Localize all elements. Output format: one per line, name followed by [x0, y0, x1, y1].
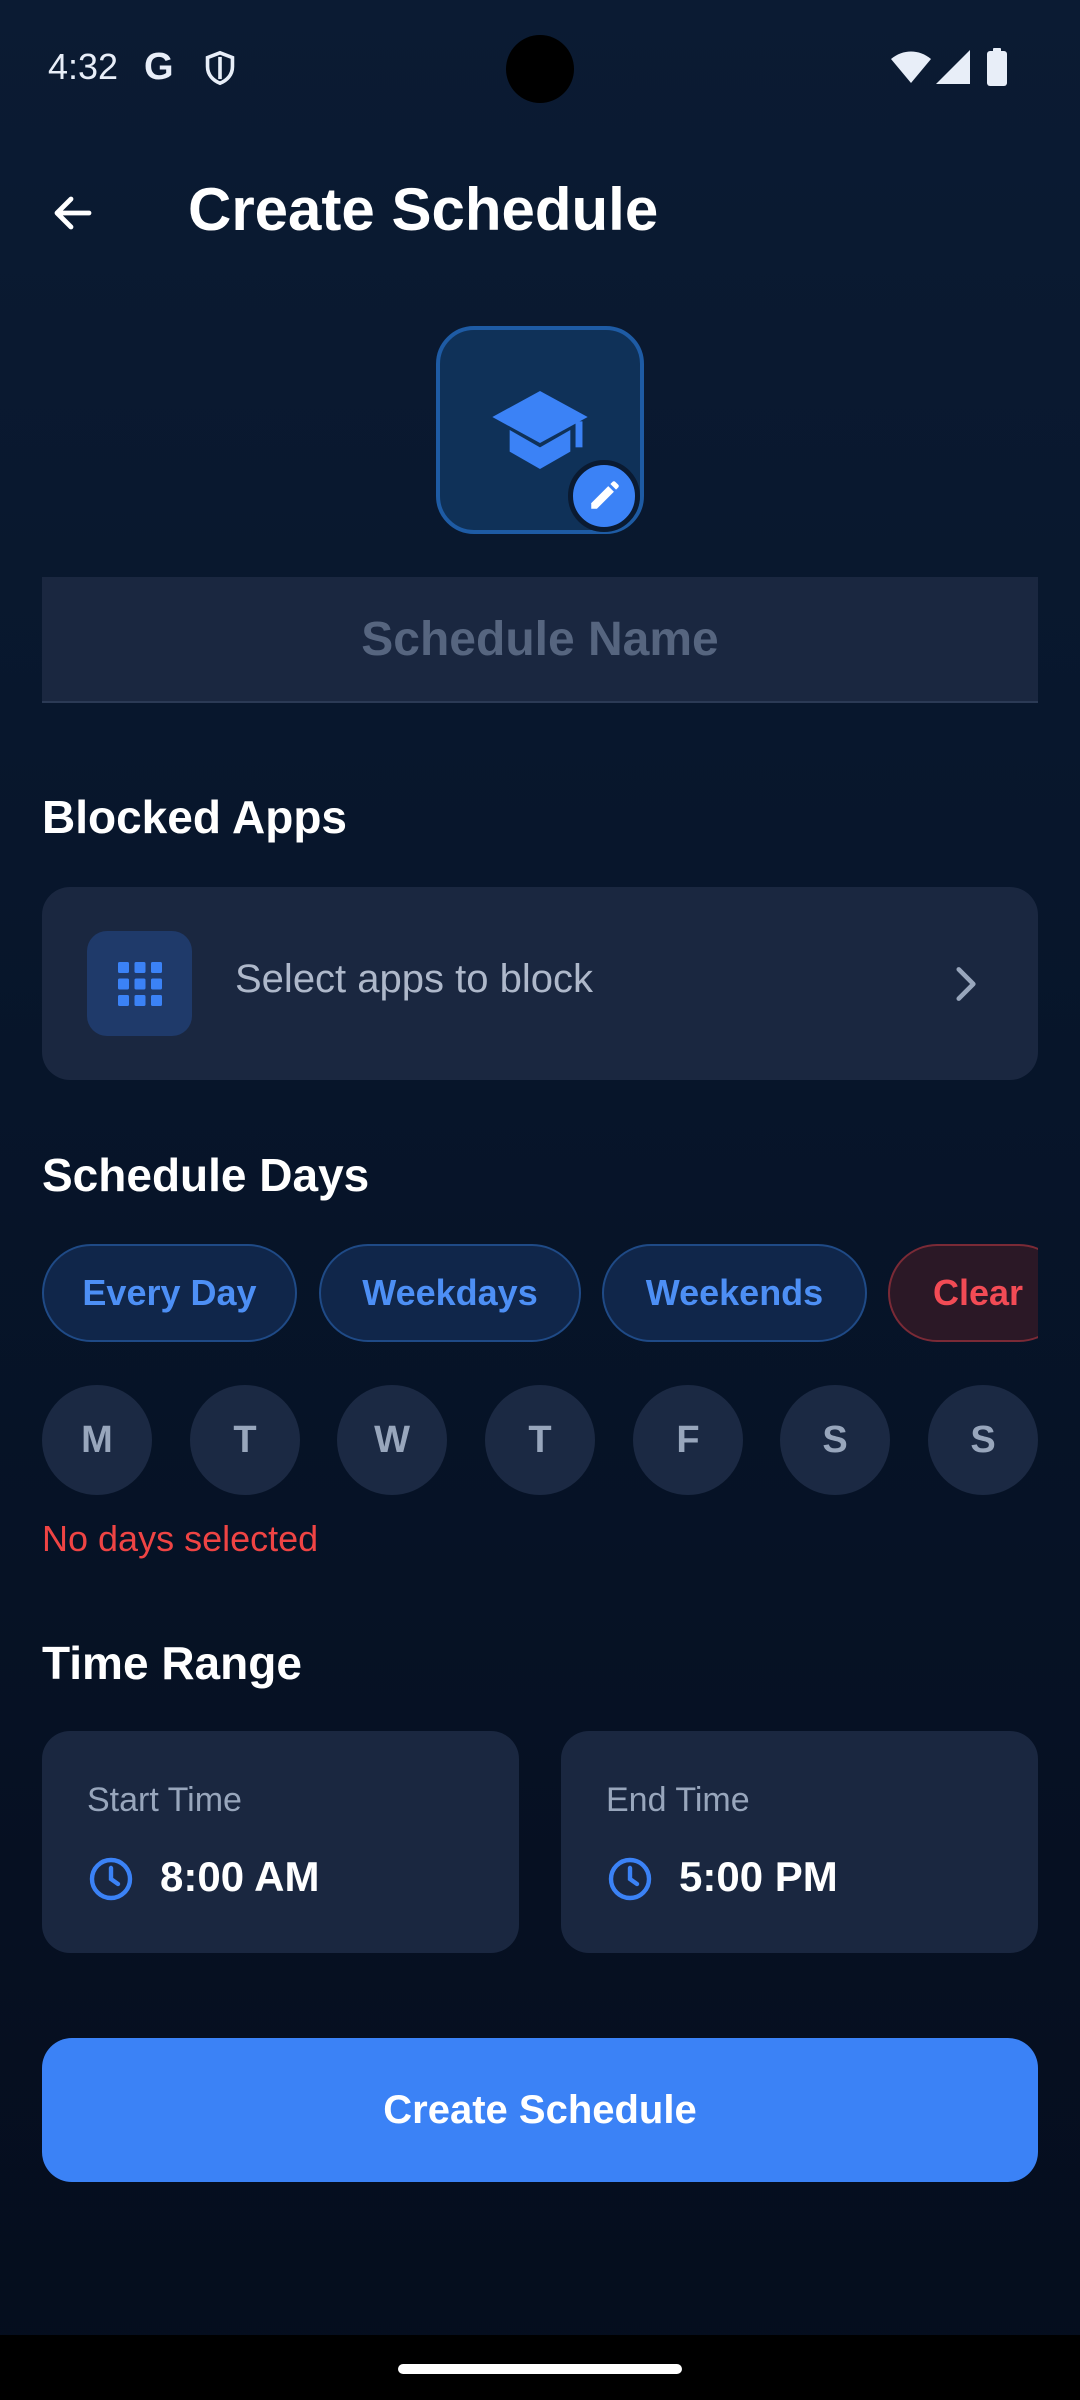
start-time-label: Start Time: [87, 1781, 242, 1819]
day-toggle-monday[interactable]: M: [42, 1385, 152, 1495]
schedule-name-input[interactable]: [42, 577, 1038, 703]
clock-icon: [608, 1857, 652, 1901]
clear-chip[interactable]: Clear: [888, 1244, 1038, 1342]
pencil-icon: [591, 481, 619, 509]
select-apps-button[interactable]: Select apps to block: [42, 887, 1038, 1080]
status-time: 4:32: [48, 46, 119, 87]
end-time-label: End Time: [606, 1781, 750, 1819]
shield-icon: [205, 50, 235, 86]
select-apps-label: Select apps to block: [235, 957, 593, 1001]
every-day-chip[interactable]: Every Day: [42, 1244, 297, 1342]
edit-icon-button[interactable]: [568, 460, 640, 532]
blocked-apps-heading: Blocked Apps: [42, 791, 348, 843]
day-toggle-friday[interactable]: F: [633, 1385, 743, 1495]
day-preset-chips: Every Day Weekdays Weekends Clear: [42, 1244, 1038, 1344]
arrow-left-icon: [54, 196, 92, 230]
clock-icon: [89, 1857, 133, 1901]
navigation-bar: [0, 2335, 1080, 2400]
end-time-picker[interactable]: End Time 5:00 PM: [561, 1731, 1038, 1953]
back-button[interactable]: [30, 170, 116, 256]
status-bar: 4:32 G: [0, 0, 1080, 140]
days-error-message: No days selected: [42, 1518, 319, 1559]
graduation-cap-icon: [492, 391, 588, 469]
schedule-days-heading: Schedule Days: [42, 1149, 370, 1201]
day-toggle-tuesday[interactable]: T: [190, 1385, 300, 1495]
wifi-icon: [891, 51, 931, 83]
end-time-value: 5:00 PM: [679, 1853, 838, 1900]
google-icon: G: [144, 46, 174, 88]
day-toggle-thursday[interactable]: T: [485, 1385, 595, 1495]
apps-icon-box: [87, 931, 192, 1036]
create-schedule-button[interactable]: Create Schedule: [42, 2038, 1038, 2182]
time-range-heading: Time Range: [42, 1637, 302, 1689]
weekdays-chip[interactable]: Weekdays: [319, 1244, 581, 1342]
start-time-value: 8:00 AM: [160, 1853, 320, 1900]
weekends-chip[interactable]: Weekends: [602, 1244, 867, 1342]
home-indicator[interactable]: [398, 2364, 682, 2374]
page-title: Create Schedule: [188, 176, 659, 243]
day-toggle-sunday[interactable]: S: [928, 1385, 1038, 1495]
day-toggle-saturday[interactable]: S: [780, 1385, 890, 1495]
battery-icon: [987, 48, 1007, 86]
day-toggle-wednesday[interactable]: W: [337, 1385, 447, 1495]
grid-icon: [117, 961, 162, 1006]
camera-cutout: [506, 35, 574, 103]
start-time-picker[interactable]: Start Time 8:00 AM: [42, 1731, 519, 1953]
signal-icon: [936, 50, 970, 84]
chevron-right-icon: [956, 967, 976, 1001]
